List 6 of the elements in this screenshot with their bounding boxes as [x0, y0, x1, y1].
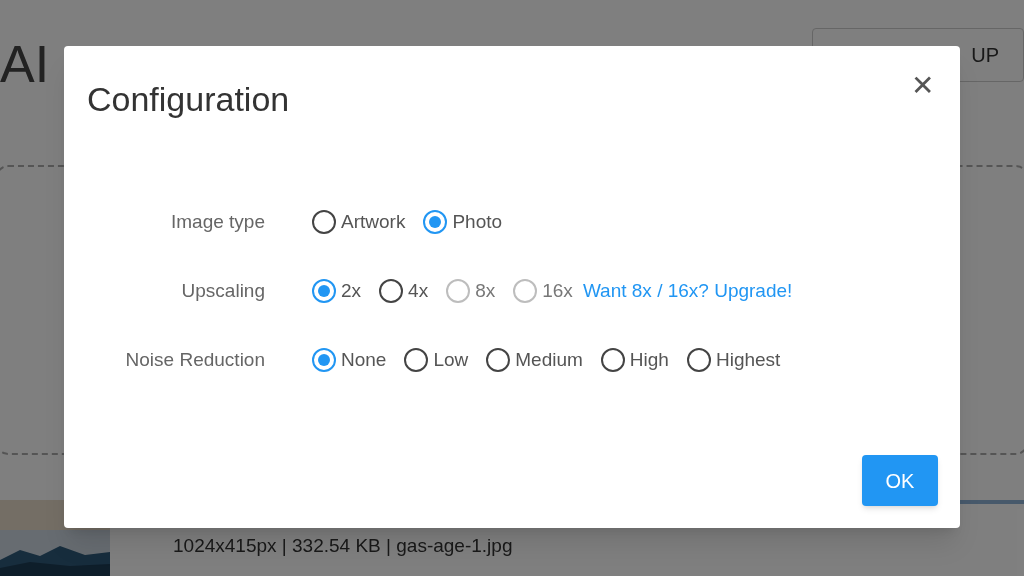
row-label: Noise Reduction [124, 347, 265, 372]
dialog-title: Configuration [87, 82, 290, 116]
row-label: Image type [170, 209, 265, 234]
file-info: 1024x415px | 332.54 KB | gas-age-1.jpg [173, 534, 514, 558]
row-label: Upscaling [180, 278, 265, 303]
page-title: AI [0, 34, 50, 90]
